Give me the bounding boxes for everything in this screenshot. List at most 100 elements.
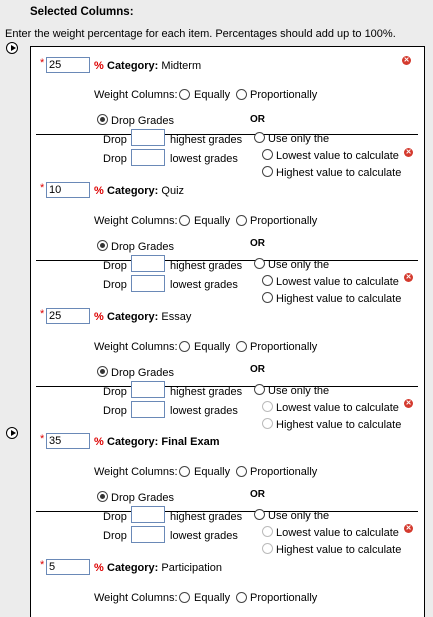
drop-label: Drop <box>103 405 127 417</box>
use-only-radio[interactable] <box>254 384 265 395</box>
remove-x-icon[interactable]: ✕ <box>404 148 413 157</box>
drop-grades-radio[interactable] <box>97 491 108 502</box>
lowest-value-label: Lowest value to calculate <box>276 402 399 414</box>
drop-label: Drop <box>103 260 127 272</box>
weight-input[interactable]: 25 <box>46 57 90 73</box>
lowest-value-radio[interactable] <box>262 275 273 286</box>
weight-columns-label: Weight Columns: <box>94 466 178 478</box>
lowest-grades-label: lowest grades <box>170 279 238 291</box>
highest-value-radio[interactable] <box>262 166 273 177</box>
proportionally-radio[interactable] <box>236 89 247 100</box>
highest-value-radio[interactable] <box>262 418 273 429</box>
lowest-value-label: Lowest value to calculate <box>276 276 399 288</box>
drop-grades-radio[interactable] <box>97 366 108 377</box>
or-label: OR <box>250 489 265 500</box>
or-label: OR <box>250 238 265 249</box>
highest-grades-label: highest grades <box>170 511 243 523</box>
drop-label: Drop <box>103 134 127 146</box>
drop-lowest-input[interactable] <box>131 275 165 292</box>
equally-radio[interactable] <box>179 89 190 100</box>
required-marker: * <box>40 308 45 320</box>
proportionally-radio[interactable] <box>236 592 247 603</box>
percent-sign: % <box>94 562 104 574</box>
drop-lowest-input[interactable] <box>131 526 165 543</box>
weight-input[interactable]: 5 <box>46 559 90 575</box>
or-label: OR <box>250 364 265 375</box>
highest-value-label: Highest value to calculate <box>276 419 402 431</box>
use-only-radio[interactable] <box>254 509 265 520</box>
selected-columns-panel: * 25 % Category: Midterm ✕ Weight Column… <box>30 46 425 617</box>
proportionally-label: Proportionally <box>250 215 318 227</box>
drop-label: Drop <box>103 386 127 398</box>
proportionally-label: Proportionally <box>250 592 318 604</box>
weight-columns-label: Weight Columns: <box>94 592 178 604</box>
equally-radio[interactable] <box>179 466 190 477</box>
weight-columns-label: Weight Columns: <box>94 89 178 101</box>
proportionally-radio[interactable] <box>236 215 247 226</box>
expand-arrow-icon[interactable] <box>6 42 18 54</box>
percent-sign: % <box>94 436 104 448</box>
drop-grades-radio[interactable] <box>97 114 108 125</box>
required-marker: * <box>40 433 45 445</box>
drop-lowest-input[interactable] <box>131 149 165 166</box>
required-marker: * <box>40 57 45 69</box>
use-only-radio[interactable] <box>254 258 265 269</box>
weight-input[interactable]: 25 <box>46 308 90 324</box>
drop-highest-input[interactable] <box>131 506 165 523</box>
equally-label: Equally <box>194 215 231 227</box>
highest-value-label: Highest value to calculate <box>276 293 402 305</box>
lowest-value-radio[interactable] <box>262 401 273 412</box>
equally-radio[interactable] <box>179 341 190 352</box>
highest-grades-label: highest grades <box>170 260 243 272</box>
drop-highest-input[interactable] <box>131 129 165 146</box>
drop-grades-label: Drop Grades <box>111 115 174 127</box>
drop-label: Drop <box>103 153 127 165</box>
highest-value-radio[interactable] <box>262 292 273 303</box>
drop-label: Drop <box>103 530 127 542</box>
category-label: Category: Participation <box>107 562 222 574</box>
weight-input[interactable]: 35 <box>46 433 90 449</box>
highest-value-radio[interactable] <box>262 543 273 554</box>
drop-grades-label: Drop Grades <box>111 492 174 504</box>
percent-sign: % <box>94 185 104 197</box>
or-label: OR <box>250 114 265 125</box>
drop-highest-input[interactable] <box>131 381 165 398</box>
equally-radio[interactable] <box>179 215 190 226</box>
lowest-grades-label: lowest grades <box>170 530 238 542</box>
lowest-value-radio[interactable] <box>262 526 273 537</box>
equally-label: Equally <box>194 341 231 353</box>
use-only-label: Use only the <box>268 133 330 145</box>
category-label: Category: Quiz <box>107 185 185 197</box>
percent-sign: % <box>94 60 104 72</box>
category-label: Category: Midterm <box>107 60 202 72</box>
use-only-label: Use only the <box>268 510 330 522</box>
use-only-label: Use only the <box>268 385 330 397</box>
weight-columns-label: Weight Columns: <box>94 341 178 353</box>
proportionally-radio[interactable] <box>236 341 247 352</box>
expand-arrow-icon[interactable] <box>6 427 18 439</box>
weight-columns-label: Weight Columns: <box>94 215 178 227</box>
equally-radio[interactable] <box>179 592 190 603</box>
drop-lowest-input[interactable] <box>131 401 165 418</box>
remove-x-icon[interactable]: ✕ <box>404 524 413 533</box>
drop-grades-radio[interactable] <box>97 240 108 251</box>
proportionally-label: Proportionally <box>250 89 318 101</box>
drop-grades-label: Drop Grades <box>111 241 174 253</box>
use-only-radio[interactable] <box>254 132 265 143</box>
drop-highest-input[interactable] <box>131 255 165 272</box>
instructions-text: Enter the weight percentage for each ite… <box>5 28 396 40</box>
proportionally-label: Proportionally <box>250 341 318 353</box>
remove-x-icon[interactable]: ✕ <box>404 273 413 282</box>
section-title: Selected Columns: <box>30 6 134 18</box>
category-label: Category: Essay <box>107 311 192 323</box>
lowest-value-label: Lowest value to calculate <box>276 527 399 539</box>
lowest-value-radio[interactable] <box>262 149 273 160</box>
required-marker: * <box>40 182 45 194</box>
lowest-grades-label: lowest grades <box>170 153 238 165</box>
proportionally-radio[interactable] <box>236 466 247 477</box>
remove-x-icon[interactable]: ✕ <box>404 399 413 408</box>
remove-x-icon[interactable]: ✕ <box>402 56 411 65</box>
lowest-grades-label: lowest grades <box>170 405 238 417</box>
weight-input[interactable]: 10 <box>46 182 90 198</box>
use-only-label: Use only the <box>268 259 330 271</box>
